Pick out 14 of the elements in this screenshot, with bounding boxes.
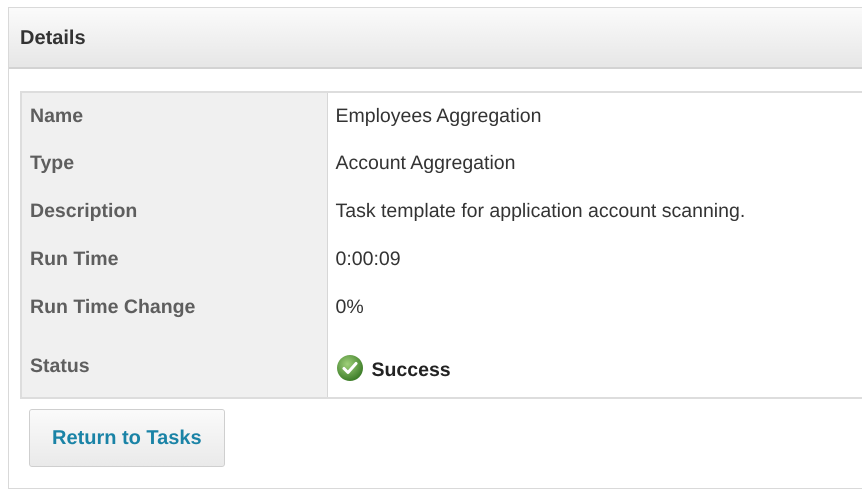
field-label: Name bbox=[21, 92, 327, 140]
field-label: Type bbox=[21, 140, 327, 188]
field-label: Description bbox=[21, 188, 327, 236]
field-value: Employees Aggregation bbox=[327, 92, 862, 140]
field-label: Status bbox=[21, 332, 327, 398]
field-label: Run Time Change bbox=[21, 284, 327, 332]
panel-title: Details bbox=[20, 26, 86, 50]
field-value: 0% bbox=[327, 284, 862, 332]
field-value: Account Aggregation bbox=[327, 140, 862, 188]
field-label: Run Time bbox=[21, 236, 327, 284]
field-value: Task template for application account scanning. bbox=[327, 188, 862, 236]
status-text: Success bbox=[372, 358, 451, 381]
return-button[interactable]: Return to Tasks bbox=[29, 409, 225, 467]
field-value: 0:00:09 bbox=[327, 236, 862, 284]
